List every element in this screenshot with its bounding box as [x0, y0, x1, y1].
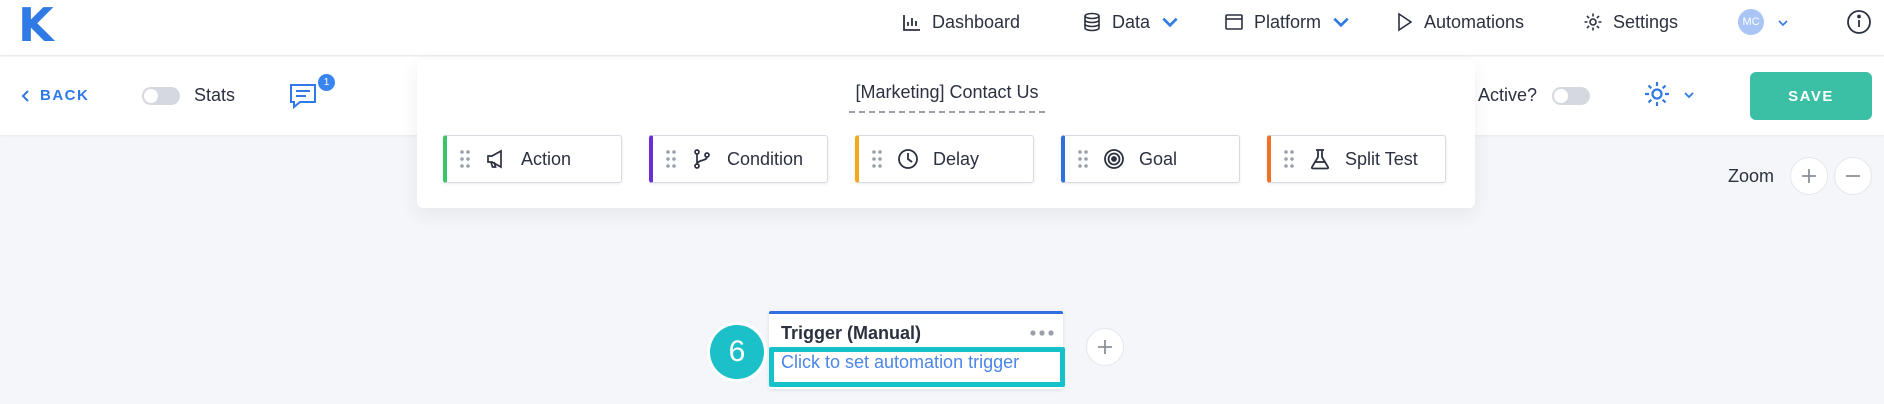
nav-settings-label: Settings: [1613, 11, 1679, 32]
user-avatar[interactable]: MC: [1738, 9, 1764, 35]
app-logo[interactable]: K: [18, 2, 54, 48]
nav-settings[interactable]: Settings: [1583, 10, 1678, 34]
drag-handle-icon[interactable]: [665, 148, 677, 170]
step-number-badge: 6: [710, 325, 764, 379]
flask-icon: [1310, 149, 1330, 170]
zoom-label: Zoom: [1728, 166, 1775, 186]
block-label: Split Test: [1345, 148, 1418, 169]
zoom-in-button[interactable]: [1790, 157, 1828, 195]
comment-count-badge: 1: [318, 74, 335, 91]
drag-handle-icon[interactable]: [871, 148, 883, 170]
set-trigger-link[interactable]: Click to set automation trigger: [781, 352, 1019, 373]
chevron-down-icon[interactable]: [1682, 88, 1696, 102]
block-label: Condition: [727, 148, 804, 169]
add-node-button[interactable]: [1086, 328, 1124, 366]
top-navigation: K Dashboard Data Platform Automations Se…: [0, 0, 1884, 56]
plus-icon: [1802, 169, 1816, 183]
automation-title[interactable]: [Marketing] Contact Us: [849, 82, 1045, 113]
stats-label: Stats: [194, 85, 236, 105]
nav-dashboard[interactable]: Dashboard: [902, 10, 1020, 34]
toggle-knob: [144, 89, 158, 103]
block-label: Goal: [1139, 148, 1178, 169]
database-icon: [1084, 12, 1100, 32]
clock-icon: [898, 149, 918, 169]
palette-block-delay[interactable]: Delay: [855, 135, 1034, 183]
branch-icon: [694, 149, 710, 169]
stats-toggle[interactable]: [142, 87, 180, 105]
gear-icon[interactable]: [1642, 79, 1672, 109]
plus-icon: [1098, 340, 1112, 354]
back-label: BACK: [40, 87, 90, 104]
nav-dashboard-label: Dashboard: [932, 11, 1021, 32]
palette-block-action[interactable]: Action: [443, 135, 622, 183]
nav-platform[interactable]: Platform: [1224, 10, 1351, 34]
palette-block-goal[interactable]: Goal: [1061, 135, 1240, 183]
block-label: Action: [521, 148, 572, 169]
comments-icon[interactable]: [288, 81, 318, 111]
save-button[interactable]: SAVE: [1750, 72, 1872, 120]
drag-handle-icon[interactable]: [1283, 148, 1295, 170]
active-toggle[interactable]: [1552, 87, 1590, 105]
trigger-node-title: Trigger (Manual): [781, 323, 922, 343]
nav-data[interactable]: Data: [1082, 10, 1180, 34]
window-icon: [1225, 14, 1243, 30]
bar-chart-icon: [903, 15, 920, 31]
megaphone-icon: [487, 149, 502, 169]
nav-automations-label: Automations: [1424, 11, 1525, 32]
back-button[interactable]: BACK: [20, 87, 89, 104]
info-icon[interactable]: [1846, 9, 1872, 35]
drag-handle-icon[interactable]: [1077, 148, 1089, 170]
chevron-down-icon: [1162, 17, 1178, 28]
active-label: Active?: [1478, 85, 1538, 105]
drag-handle-icon[interactable]: [459, 148, 471, 170]
block-label: Delay: [933, 148, 980, 169]
play-icon: [1398, 12, 1413, 32]
zoom-out-button[interactable]: [1834, 157, 1872, 195]
target-icon: [1104, 149, 1124, 169]
gear-icon: [1584, 13, 1602, 31]
palette-block-split-test[interactable]: Split Test: [1267, 135, 1446, 183]
nav-data-label: Data: [1112, 11, 1151, 32]
minus-icon: [1846, 175, 1860, 177]
palette-block-condition[interactable]: Condition: [649, 135, 828, 183]
chevron-down-icon[interactable]: [1776, 16, 1790, 30]
nav-automations[interactable]: Automations: [1394, 10, 1524, 34]
toggle-knob: [1554, 89, 1568, 103]
more-options-icon[interactable]: [1029, 325, 1055, 341]
chevron-down-icon: [1333, 17, 1349, 28]
chevron-left-icon: [21, 89, 29, 102]
nav-platform-label: Platform: [1254, 11, 1322, 32]
